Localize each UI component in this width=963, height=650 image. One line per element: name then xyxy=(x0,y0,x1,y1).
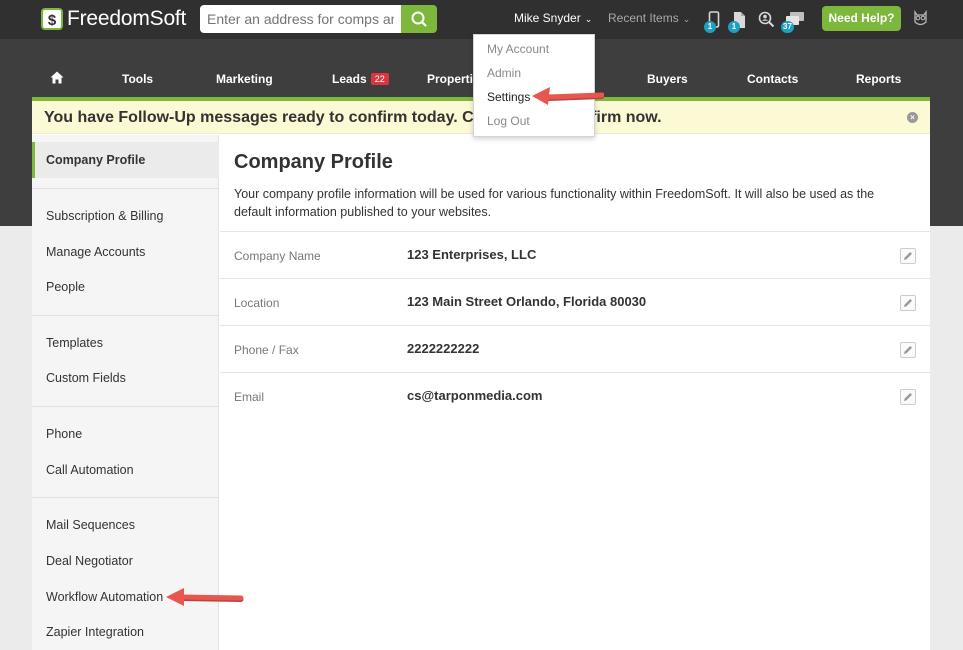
nav-home[interactable] xyxy=(50,71,64,89)
field-value: 2222222222 xyxy=(407,341,480,356)
sidebar-item-templates[interactable]: Templates xyxy=(32,325,219,361)
user-menu-toggle[interactable]: Mike Snyder ⌄ xyxy=(514,11,592,25)
address-search-input[interactable] xyxy=(200,5,401,33)
close-icon[interactable]: × xyxy=(907,112,918,123)
field-value: 123 Main Street Orlando, Florida 80030 xyxy=(407,294,647,309)
sidebar-item-zapier-integration[interactable]: Zapier Integration xyxy=(32,614,219,650)
nav-marketing[interactable]: Marketing xyxy=(216,72,273,86)
recent-items-toggle[interactable]: Recent Items ⌄ xyxy=(608,11,690,25)
user-name: Mike Snyder xyxy=(514,11,581,25)
sidebar-item-phone[interactable]: Phone xyxy=(32,416,219,452)
sidebar-item-subscription-billing[interactable]: Subscription & Billing xyxy=(32,198,219,234)
nav-leads[interactable]: Leads 22 xyxy=(332,72,389,86)
logo[interactable]: $ FreedomSoft xyxy=(41,7,186,31)
logo-icon: $ xyxy=(41,8,63,30)
nav-leads-label: Leads xyxy=(332,72,367,86)
company-profile-section: Company Profile Your company profile inf… xyxy=(220,135,930,650)
field-label: Email xyxy=(234,390,265,404)
sidebar-item-mail-sequences[interactable]: Mail Sequences xyxy=(32,507,219,543)
menu-item-log-out[interactable]: Log Out xyxy=(474,109,594,133)
leads-count-badge: 22 xyxy=(370,73,389,85)
message-notifications[interactable]: 37 xyxy=(781,11,805,33)
chevron-down-icon: ⌄ xyxy=(682,14,691,24)
annotation-arrow-icon xyxy=(532,87,604,105)
owl-mascot[interactable] xyxy=(912,9,929,32)
page-title: Company Profile xyxy=(234,151,393,173)
sidebar-divider xyxy=(32,188,219,189)
address-search xyxy=(200,5,437,33)
field-label: Company Name xyxy=(234,249,321,263)
owl-icon xyxy=(914,9,927,26)
page-description: Your company profile information will be… xyxy=(234,187,875,219)
field-value: cs@tarponmedia.com xyxy=(407,388,543,403)
edit-pencil-icon[interactable] xyxy=(900,389,916,405)
phone-badge: 1 xyxy=(704,21,716,33)
sidebar-divider xyxy=(32,406,219,407)
home-icon xyxy=(50,71,64,84)
edit-pencil-icon[interactable] xyxy=(900,342,916,358)
search-button[interactable] xyxy=(401,5,437,33)
edit-pencil-icon[interactable] xyxy=(900,248,916,264)
sidebar-item-call-automation[interactable]: Call Automation xyxy=(32,452,219,488)
sidebar-item-custom-fields[interactable]: Custom Fields xyxy=(32,360,219,396)
field-label: Location xyxy=(234,296,280,310)
field-row-location: Location 123 Main Street Orlando, Florid… xyxy=(220,278,930,325)
need-help-button[interactable]: Need Help? xyxy=(822,6,901,31)
edit-pencil-icon[interactable] xyxy=(900,295,916,311)
messages-badge: 37 xyxy=(781,21,794,33)
nav-reports[interactable]: Reports xyxy=(856,72,901,86)
field-value: 123 Enterprises, LLC xyxy=(407,247,537,262)
chevron-down-icon: ⌄ xyxy=(584,14,593,24)
sidebar-item-manage-accounts[interactable]: Manage Accounts xyxy=(32,234,219,270)
search-icon xyxy=(411,11,427,27)
field-row-phone-fax: Phone / Fax 2222222222 xyxy=(220,325,930,372)
sidebar-item-company-profile[interactable]: Company Profile xyxy=(32,142,219,178)
nav-tools[interactable]: Tools xyxy=(122,72,153,86)
nav-contacts[interactable]: Contacts xyxy=(747,72,798,86)
user-search-icon xyxy=(758,11,775,28)
menu-item-admin[interactable]: Admin xyxy=(474,61,594,85)
menu-item-my-account[interactable]: My Account xyxy=(474,37,594,61)
user-search[interactable] xyxy=(758,11,775,33)
phone-notifications[interactable]: 1 xyxy=(704,11,720,34)
sidebar-item-people[interactable]: People xyxy=(32,269,219,305)
document-badge: 1 xyxy=(728,21,740,33)
field-row-company-name: Company Name 123 Enterprises, LLC xyxy=(220,231,930,278)
annotation-arrow-icon xyxy=(166,588,244,606)
sidebar-divider xyxy=(32,497,219,498)
sidebar-item-deal-negotiator[interactable]: Deal Negotiator xyxy=(32,543,219,579)
settings-sidebar: Company Profile Subscription & Billing M… xyxy=(32,135,219,650)
recent-items-label: Recent Items xyxy=(608,11,679,25)
field-label: Phone / Fax xyxy=(234,343,299,357)
nav-buyers[interactable]: Buyers xyxy=(647,72,688,86)
content-panel: You have Follow-Up messages ready to con… xyxy=(32,97,930,650)
logo-text: FreedomSoft xyxy=(67,7,187,30)
sidebar-divider xyxy=(32,315,219,316)
document-notifications[interactable]: 1 xyxy=(728,11,746,34)
field-row-email: Email cs@tarponmedia.com xyxy=(220,372,930,419)
